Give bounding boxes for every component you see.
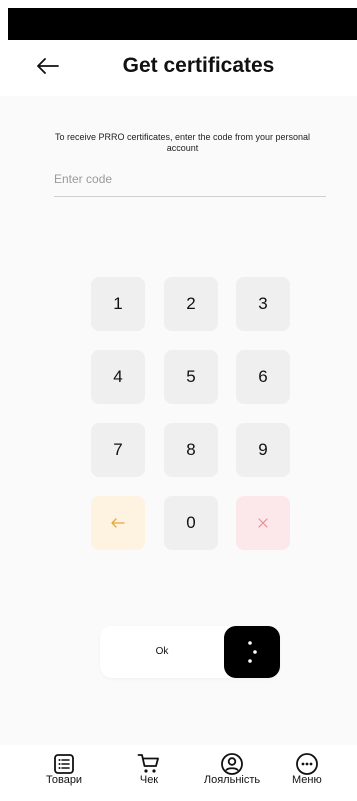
confirm-label: Ok [155, 646, 169, 657]
main-content: To receive PRRO certificates, enter the … [0, 96, 357, 745]
key-2[interactable]: 2 [164, 277, 218, 331]
key-5[interactable]: 5 [164, 350, 218, 404]
nav-item-products[interactable]: Товари [46, 751, 82, 786]
page-title: Get certificates [122, 54, 275, 77]
header: Get certificates [0, 40, 357, 96]
nav-item-receipt[interactable]: Чек [136, 751, 162, 786]
arrow-left-icon [111, 518, 125, 528]
drag-handle-icon [248, 641, 257, 663]
key-0[interactable]: 0 [164, 496, 218, 550]
nav-item-menu[interactable]: Меню [292, 751, 322, 786]
nav-label: Товари [46, 774, 83, 786]
slider-handle[interactable] [224, 626, 280, 678]
key-8[interactable]: 8 [164, 423, 218, 477]
key-3[interactable]: 3 [236, 277, 290, 331]
close-icon [258, 518, 268, 528]
key-6[interactable]: 6 [236, 350, 290, 404]
nav-label: Меню [292, 774, 322, 786]
nav-label: Лояльність [203, 774, 261, 786]
key-9[interactable]: 9 [236, 423, 290, 477]
confirm-slider[interactable]: Ok [100, 626, 280, 678]
instruction-text: To receive PRRO certificates, enter the … [54, 132, 311, 153]
backspace-key[interactable] [91, 496, 145, 550]
key-7[interactable]: 7 [91, 423, 145, 477]
nav-label: Чек [139, 774, 159, 786]
key-1[interactable]: 1 [91, 277, 145, 331]
status-bar [8, 8, 357, 40]
key-4[interactable]: 4 [91, 350, 145, 404]
bottom-nav: Товари Чек Лояльність Меню [0, 745, 357, 801]
clear-key[interactable] [236, 496, 290, 550]
code-input[interactable] [54, 166, 326, 197]
nav-item-loyalty[interactable]: Лояльність [196, 751, 268, 786]
